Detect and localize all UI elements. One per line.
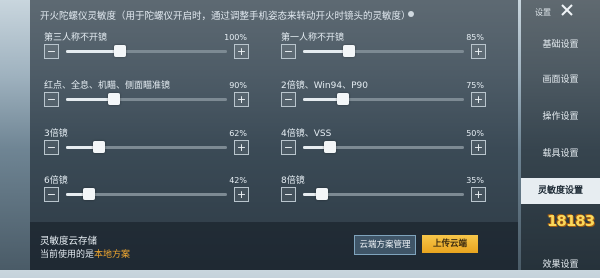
slider-label: 第三人称不开镜 bbox=[44, 33, 108, 43]
increase-button[interactable]: + bbox=[234, 187, 249, 202]
slider-track[interactable] bbox=[303, 188, 464, 200]
slider-thumb[interactable] bbox=[93, 141, 106, 153]
increase-button[interactable]: + bbox=[471, 140, 486, 155]
slider-thumb[interactable] bbox=[108, 93, 121, 105]
cloud-manage-button[interactable]: 云端方案管理 bbox=[354, 235, 416, 255]
sensitivity-slider: 8倍镜 35% − + bbox=[281, 173, 486, 213]
slider-fill bbox=[66, 50, 120, 53]
watermark-logo: 18183 bbox=[547, 212, 595, 230]
slider-track[interactable] bbox=[66, 93, 227, 105]
sensitivity-slider: 红点、全息、机瞄、侧面瞄准镜 90% − + bbox=[44, 78, 249, 118]
slider-label: 3倍镜 bbox=[44, 129, 68, 139]
cloud-current-prefix: 当前使用的是 bbox=[40, 250, 95, 260]
slider-thumb[interactable] bbox=[342, 45, 355, 57]
slider-fill bbox=[66, 98, 115, 101]
info-icon[interactable] bbox=[408, 11, 414, 17]
sidebar-top-label: 设置 bbox=[535, 8, 551, 17]
slider-percent: 75% bbox=[466, 81, 484, 90]
slider-percent: 50% bbox=[466, 129, 484, 138]
slider-track[interactable] bbox=[303, 93, 464, 105]
decrease-button[interactable]: − bbox=[44, 140, 59, 155]
slider-percent: 90% bbox=[229, 81, 247, 90]
slider-track[interactable] bbox=[303, 45, 464, 57]
slider-track[interactable] bbox=[66, 188, 227, 200]
increase-button[interactable]: + bbox=[471, 44, 486, 59]
slider-label: 4倍镜、VSS bbox=[281, 129, 332, 139]
cloud-storage-title: 灵敏度云存储 bbox=[40, 236, 98, 247]
cloud-current-scheme: 当前使用的是本地方案 bbox=[40, 247, 130, 260]
slider-thumb[interactable] bbox=[82, 188, 95, 200]
sidebar-item[interactable]: 基础设置 bbox=[521, 32, 600, 58]
sidebar-item[interactable]: 操作设置 bbox=[521, 104, 600, 130]
sidebar-item[interactable]: 载具设置 bbox=[521, 141, 600, 167]
slider-label: 2倍镜、Win94、P90 bbox=[281, 81, 368, 91]
decrease-button[interactable]: − bbox=[44, 92, 59, 107]
gyro-header: 开火陀螺仪灵敏度（用于陀螺仪开启时，通过调整手机姿态来转动开火时镜头的灵敏度） bbox=[40, 11, 411, 22]
slider-thumb[interactable] bbox=[323, 141, 336, 153]
slider-percent: 35% bbox=[466, 176, 484, 185]
slider-track[interactable] bbox=[303, 141, 464, 153]
slider-thumb[interactable] bbox=[113, 45, 126, 57]
decrease-button[interactable]: − bbox=[281, 187, 296, 202]
slider-percent: 100% bbox=[224, 33, 247, 42]
decrease-button[interactable]: − bbox=[281, 140, 296, 155]
decrease-button[interactable]: − bbox=[281, 92, 296, 107]
slider-percent: 42% bbox=[229, 176, 247, 185]
sensitivity-slider: 4倍镜、VSS 50% − + bbox=[281, 126, 486, 166]
slider-track[interactable] bbox=[66, 45, 227, 57]
slider-thumb[interactable] bbox=[315, 188, 328, 200]
increase-button[interactable]: + bbox=[234, 92, 249, 107]
slider-label: 8倍镜 bbox=[281, 176, 305, 186]
increase-button[interactable]: + bbox=[234, 140, 249, 155]
slider-percent: 85% bbox=[466, 33, 484, 42]
decrease-button[interactable]: − bbox=[44, 44, 59, 59]
sidebar-item[interactable]: 效果设置 bbox=[521, 252, 600, 278]
decrease-button[interactable]: − bbox=[281, 44, 296, 59]
sensitivity-slider: 第一人称不开镜 85% − + bbox=[281, 30, 486, 70]
sidebar-item[interactable]: 画面设置 bbox=[521, 67, 600, 93]
slider-track[interactable] bbox=[66, 141, 227, 153]
close-icon[interactable] bbox=[559, 2, 575, 18]
cloud-scheme-name: 本地方案 bbox=[94, 250, 131, 260]
increase-button[interactable]: + bbox=[234, 44, 249, 59]
sensitivity-slider: 6倍镜 42% − + bbox=[44, 173, 249, 213]
increase-button[interactable]: + bbox=[471, 187, 486, 202]
sensitivity-slider: 第三人称不开镜 100% − + bbox=[44, 30, 249, 70]
slider-label: 第一人称不开镜 bbox=[281, 33, 345, 43]
sidebar-item[interactable]: 灵敏度设置 bbox=[521, 178, 600, 204]
slider-label: 红点、全息、机瞄、侧面瞄准镜 bbox=[44, 81, 171, 91]
sensitivity-slider: 2倍镜、Win94、P90 75% − + bbox=[281, 78, 486, 118]
increase-button[interactable]: + bbox=[471, 92, 486, 107]
slider-fill bbox=[303, 50, 349, 53]
slider-percent: 62% bbox=[229, 129, 247, 138]
cloud-upload-button[interactable]: 上传云端 bbox=[422, 235, 478, 253]
sensitivity-slider: 3倍镜 62% − + bbox=[44, 126, 249, 166]
decrease-button[interactable]: − bbox=[44, 187, 59, 202]
slider-thumb[interactable] bbox=[337, 93, 350, 105]
slider-label: 6倍镜 bbox=[44, 176, 68, 186]
